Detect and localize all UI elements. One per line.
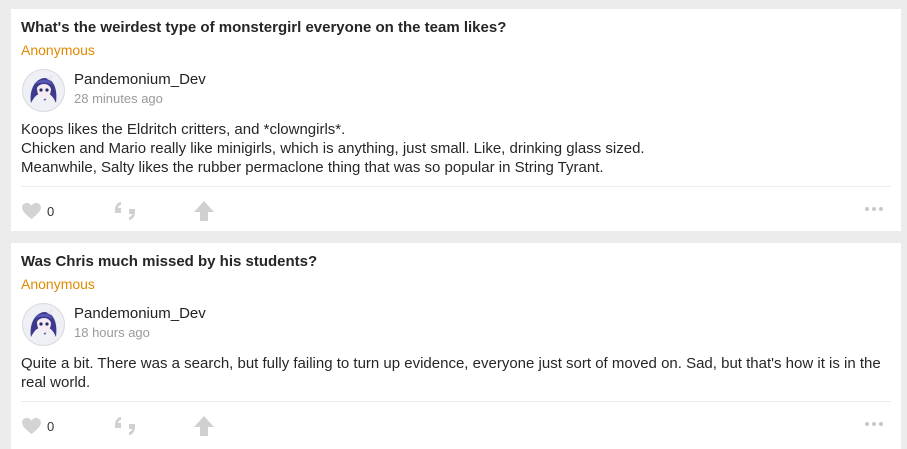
avatar-image [23, 304, 64, 345]
like-count: 0 [47, 203, 55, 219]
ellipsis-icon [865, 207, 869, 211]
ellipsis-icon [865, 422, 869, 426]
answer-timestamp[interactable]: 18 hours ago [74, 325, 150, 340]
reward-button[interactable] [193, 414, 215, 438]
arrow-up-icon [194, 416, 214, 436]
ellipsis-icon [872, 422, 876, 426]
more-options-button[interactable] [865, 422, 883, 426]
answer-timestamp[interactable]: 28 minutes ago [74, 91, 163, 106]
action-bar: 0 [21, 414, 891, 438]
author-name[interactable]: Pandemonium_Dev [74, 305, 206, 322]
share-button[interactable] [113, 414, 137, 438]
author-name[interactable]: Pandemonium_Dev [74, 71, 206, 88]
divider [21, 401, 891, 402]
ellipsis-icon [879, 422, 883, 426]
arrow-up-icon [194, 201, 214, 221]
question-text[interactable]: What's the weirdest type of monstergirl … [21, 19, 506, 36]
asker-name: Anonymous [21, 276, 95, 292]
share-button[interactable] [113, 199, 137, 223]
answer-text: Quite a bit. There was a search, but ful… [21, 354, 889, 392]
answer-line: Koops likes the Eldritch critters, and *… [21, 121, 346, 138]
answer-line: Chicken and Mario really like minigirls,… [21, 140, 645, 157]
more-options-button[interactable] [865, 207, 883, 211]
heart-icon [22, 417, 41, 435]
like-button[interactable]: 0 [21, 199, 54, 223]
question-text[interactable]: Was Chris much missed by his students? [21, 253, 317, 270]
action-bar: 0 [21, 199, 891, 223]
ellipsis-icon [879, 207, 883, 211]
avatar[interactable] [22, 303, 65, 346]
divider [21, 186, 891, 187]
quote-icon [115, 202, 135, 220]
like-button[interactable]: 0 [21, 414, 54, 438]
answer-card: What's the weirdest type of monstergirl … [11, 9, 901, 231]
reward-button[interactable] [193, 199, 215, 223]
asker-name: Anonymous [21, 42, 95, 58]
ellipsis-icon [872, 207, 876, 211]
avatar[interactable] [22, 69, 65, 112]
like-count: 0 [47, 418, 55, 434]
avatar-image [23, 70, 64, 111]
quote-icon [115, 417, 135, 435]
answer-line: Meanwhile, Salty likes the rubber permac… [21, 159, 604, 176]
answer-card: Was Chris much missed by his students? A… [11, 243, 901, 449]
answer-text: Koops likes the Eldritch critters, and *… [21, 120, 889, 177]
answers-feed: What's the weirdest type of monstergirl … [0, 0, 907, 449]
heart-icon [22, 202, 41, 220]
answer-line: Quite a bit. There was a search, but ful… [21, 355, 881, 391]
